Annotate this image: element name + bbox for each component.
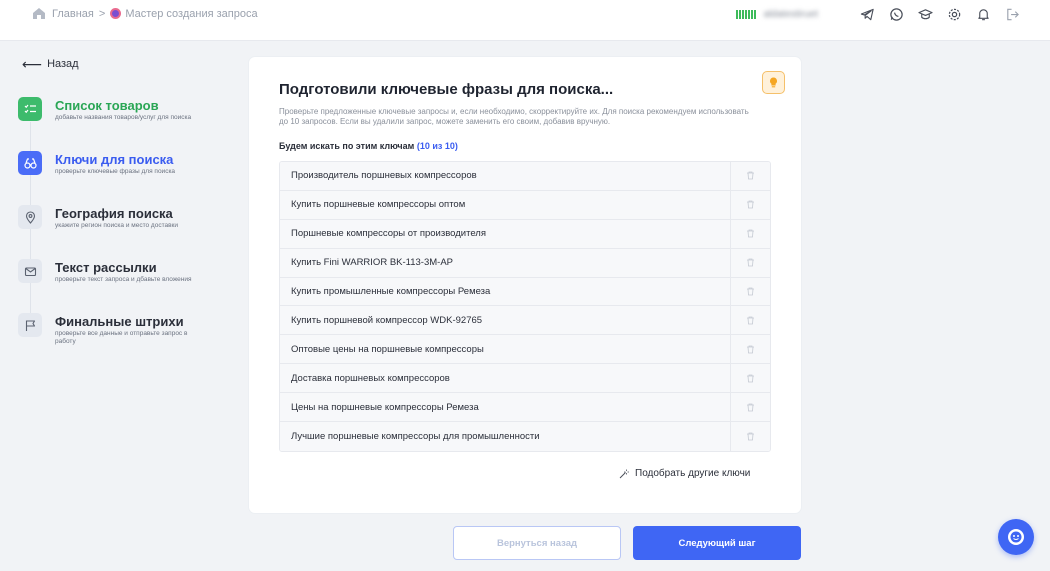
step-title: Список товаров [55,98,159,113]
keys-label-text: Будем искать по этим ключам [279,141,415,151]
breadcrumb-separator: > [98,7,106,20]
step-title: Текст рассылки [55,260,157,275]
hint-text: Проверьте предложенные ключевые запросы … [279,107,749,126]
trash-icon[interactable] [730,277,770,306]
home-icon[interactable] [32,7,46,20]
key-input[interactable]: Оптовые цены на поршневые компрессоры [280,335,730,363]
whatsapp-icon[interactable] [888,6,904,22]
keywords-card: Подготовили ключевые фразы для поиска...… [249,57,801,513]
step-mailing-text[interactable]: Текст рассылки проверьте текст запроса и… [18,259,218,309]
step-search-keys[interactable]: Ключи для поиска проверьте ключевые фраз… [18,151,218,201]
pick-other-keys-button[interactable]: Подобрать другие ключи [619,468,750,479]
key-row: Купить поршневой компрессор WDK-92765 [280,306,770,336]
binoculars-icon [18,151,42,175]
chat-assistant-icon[interactable] [998,519,1034,555]
arrow-left-icon: ⟵ [22,56,43,72]
back-link[interactable]: ⟵ Назад [22,57,79,71]
step-title: География поиска [55,206,173,221]
page-title: Подготовили ключевые фразы для поиска... [279,81,614,98]
key-row: Доставка поршневых компрессоров [280,364,770,394]
step-desc: укажите регион поиска и место доставки [55,222,179,229]
key-input[interactable]: Купить поршневой компрессор WDK-92765 [280,306,730,334]
trash-icon[interactable] [730,248,770,277]
trash-icon[interactable] [730,162,770,190]
gear-icon[interactable] [946,6,962,22]
top-bar: Главная > Мастер создания запроса aldate… [0,0,1050,41]
key-row: Купить Fini WARRIOR BK-113-3M-AP [280,248,770,278]
trash-icon[interactable] [730,335,770,364]
user-email[interactable]: aldatestiruet [764,9,818,20]
key-input[interactable]: Купить промышленные компрессоры Ремеза [280,278,730,306]
graduation-cap-icon[interactable] [917,6,933,22]
key-row: Производитель поршневых компрессоров [280,162,770,191]
key-row: Купить поршневые компрессоры оптом [280,190,770,220]
map-pin-icon [18,205,42,229]
keys-table: Производитель поршневых компрессоров Куп… [279,161,771,452]
breadcrumb: Главная > Мастер создания запроса [32,7,258,20]
breadcrumb-home[interactable]: Главная [52,8,94,20]
trash-icon[interactable] [730,422,770,451]
key-input[interactable]: Купить поршневые компрессоры оптом [280,191,730,219]
bell-icon[interactable] [975,6,991,22]
key-row: Оптовые цены на поршневые компрессоры [280,335,770,365]
breadcrumb-current: Мастер создания запроса [125,7,258,20]
key-row: Цены на поршневые компрессоры Ремеза [280,393,770,423]
back-link-label: Назад [47,58,79,70]
magic-wand-icon [619,469,629,478]
wizard-icon [110,8,122,19]
trash-icon[interactable] [730,393,770,422]
trash-icon[interactable] [730,219,770,248]
trash-icon[interactable] [730,364,770,393]
key-input[interactable]: Лучшие поршневые компрессоры для промышл… [280,422,730,451]
key-input[interactable]: Цены на поршневые компрессоры Ремеза [280,393,730,421]
key-row: Поршневые компрессоры от производителя [280,219,770,249]
trash-icon[interactable] [730,190,770,219]
go-back-button[interactable]: Вернуться назад [453,526,621,560]
step-title: Ключи для поиска [55,152,174,167]
balance-indicator [735,9,756,19]
key-input[interactable]: Поршневые компрессоры от производителя [280,220,730,248]
keys-label: Будем искать по этим ключам (10 из 10) [279,141,458,151]
step-title: Финальные штрихи [55,314,184,329]
step-final-touches[interactable]: Финальные штрихи проверьте все данные и … [18,313,218,363]
checklist-icon [18,97,42,121]
step-desc: проверьте ключевые фразы для поиска [55,168,176,175]
envelope-icon [18,259,42,283]
telegram-icon[interactable] [859,6,875,22]
step-desc: добавьте названия товаров/услуг для поис… [55,114,192,121]
logout-icon[interactable] [1004,6,1020,22]
step-desc: проверьте все данные и отправьте запрос … [55,330,188,345]
header-actions: aldatestiruet [735,6,1020,22]
key-input[interactable]: Производитель поршневых компрессоров [280,162,730,190]
next-step-button[interactable]: Следующий шаг [633,526,801,560]
key-input[interactable]: Купить Fini WARRIOR BK-113-3M-AP [280,249,730,277]
pick-other-keys-label: Подобрать другие ключи [635,468,751,479]
key-row: Купить промышленные компрессоры Ремеза [280,277,770,307]
trash-icon[interactable] [730,306,770,335]
step-product-list[interactable]: Список товаров добавьте названия товаров… [18,97,218,147]
keys-count: (10 из 10) [416,141,458,151]
lightbulb-icon[interactable] [762,71,785,94]
key-row: Лучшие поршневые компрессоры для промышл… [280,422,770,451]
step-desc: проверьте текст запроса и дбавьте вложен… [55,276,192,283]
step-search-geography[interactable]: География поиска укажите регион поиска и… [18,205,218,255]
key-input[interactable]: Доставка поршневых компрессоров [280,364,730,392]
flag-icon [18,313,42,337]
